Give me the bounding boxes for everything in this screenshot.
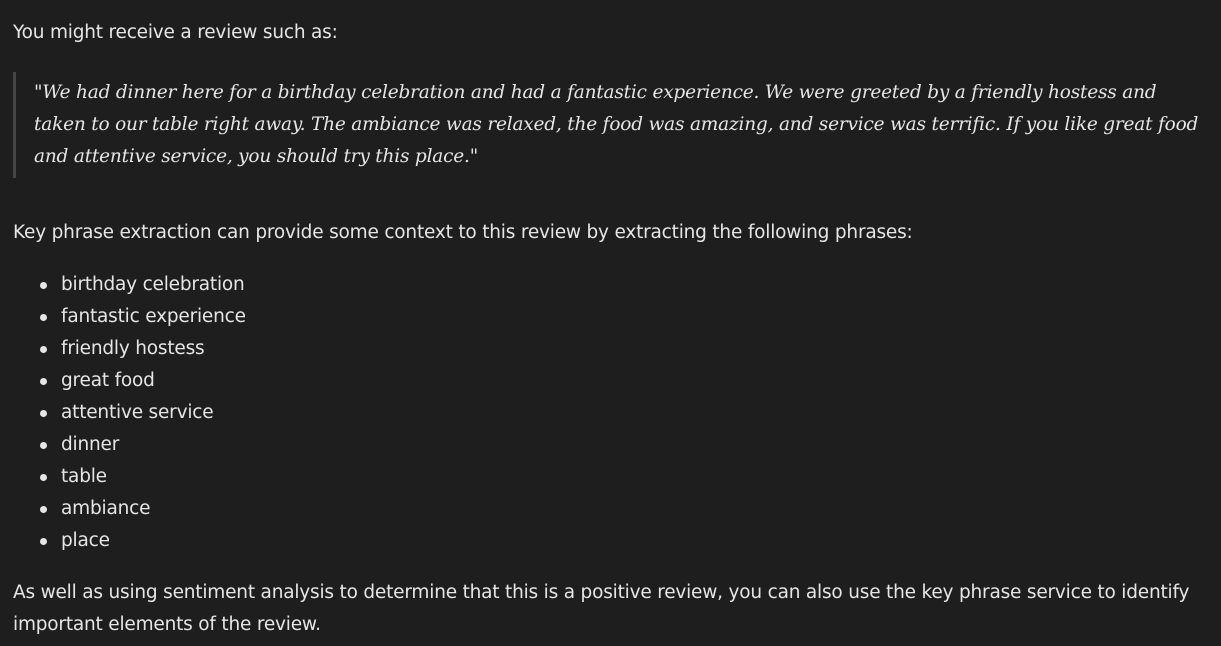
key-phrase-list: birthday celebration fantastic experienc… (13, 269, 1208, 557)
phrase-text: table (61, 466, 107, 487)
phrase-text: birthday celebration (61, 274, 245, 295)
bullet-icon (40, 410, 47, 417)
bullet-icon (40, 314, 47, 321)
bullet-icon (40, 378, 47, 385)
bullet-icon (40, 538, 47, 545)
bullet-icon (40, 346, 47, 353)
phrase-text: ambiance (61, 498, 151, 519)
list-item: table (39, 461, 1208, 493)
list-item: fantastic experience (39, 301, 1208, 333)
list-item: attentive service (39, 397, 1208, 429)
phrase-text: fantastic experience (61, 306, 246, 327)
list-item: birthday celebration (39, 269, 1208, 301)
phrase-text: place (61, 530, 110, 551)
closing-paragraph: As well as using sentiment analysis to d… (13, 582, 1190, 635)
list-item: ambiance (39, 493, 1208, 525)
bullet-icon (40, 474, 47, 481)
phrase-text: dinner (61, 434, 120, 455)
bullet-icon (40, 282, 47, 289)
bullet-icon (40, 506, 47, 513)
intro-paragraph: You might receive a review such as: (13, 22, 338, 43)
phrase-text: friendly hostess (61, 338, 205, 359)
review-quote: "We had dinner here for a birthday celeb… (13, 72, 1208, 178)
phrase-text: great food (61, 370, 155, 391)
key-phrase-lead-paragraph: Key phrase extraction can provide some c… (13, 222, 913, 243)
phrase-text: attentive service (61, 402, 214, 423)
bullet-icon (40, 442, 47, 449)
article-content: You might receive a review such as: "We … (0, 0, 1221, 641)
list-item: great food (39, 365, 1208, 397)
list-item: dinner (39, 429, 1208, 461)
list-item: place (39, 525, 1208, 557)
list-item: friendly hostess (39, 333, 1208, 365)
